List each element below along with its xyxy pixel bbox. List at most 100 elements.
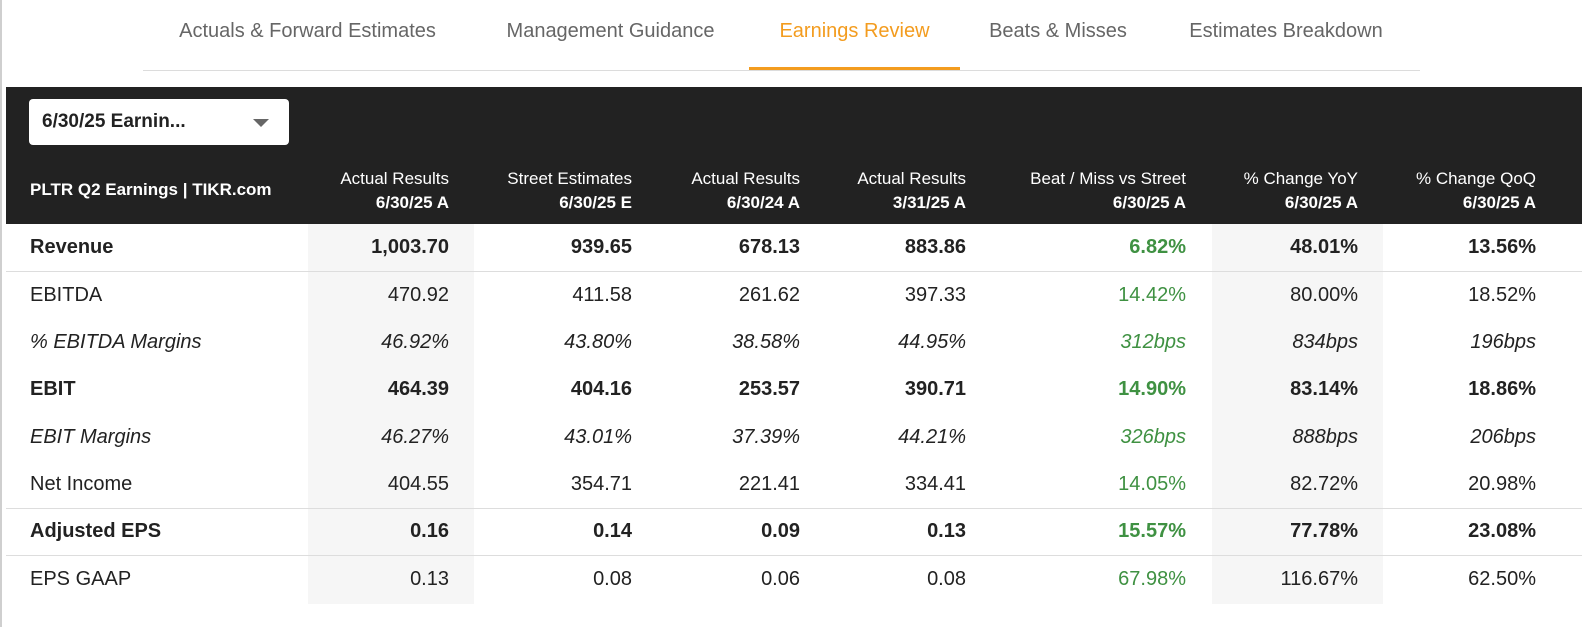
row-value: 939.65 bbox=[570, 236, 632, 258]
row-value: 326bps bbox=[1120, 426, 1186, 448]
tab-management-guidance[interactable]: Management Guidance bbox=[495, 20, 726, 70]
column-header-label: Actual Results bbox=[340, 169, 449, 188]
row-label: EPS GAAP bbox=[30, 568, 132, 590]
row-value: 261.62 bbox=[738, 284, 800, 306]
row-value: 834bps bbox=[1292, 331, 1358, 353]
row-value: 38.58% bbox=[732, 331, 800, 353]
row-value: 390.71 bbox=[904, 378, 966, 400]
row-value: 80.00% bbox=[1290, 284, 1358, 306]
column-header-date: 6/30/25 A bbox=[1284, 193, 1358, 212]
row-value: 62.50% bbox=[1468, 568, 1536, 590]
page-left-border bbox=[0, 0, 2, 627]
tab-estimates-breakdown[interactable]: Estimates Breakdown bbox=[1178, 20, 1394, 70]
row-value: 82.72% bbox=[1290, 473, 1358, 495]
row-value: 0.09 bbox=[761, 520, 800, 542]
column-header-date: 6/30/25 A bbox=[1462, 193, 1536, 212]
row-label: EBIT Margins bbox=[30, 426, 152, 448]
period-select[interactable]: 6/30/25 Earnin... bbox=[29, 99, 289, 145]
column-header-date: 6/30/24 A bbox=[726, 193, 800, 212]
table-title: PLTR Q2 Earnings | TIKR.com bbox=[30, 180, 272, 199]
column-header: Actual Results 6/30/25 A bbox=[340, 167, 449, 215]
column-header: Actual Results 3/31/25 A bbox=[857, 167, 966, 215]
row-label: Net Income bbox=[30, 473, 133, 495]
row-value: 83.14% bbox=[1290, 378, 1358, 400]
row-label: EBIT bbox=[30, 378, 76, 400]
row-value: 18.86% bbox=[1468, 378, 1536, 400]
row-value: 46.27% bbox=[381, 426, 449, 448]
column-header-label: Actual Results bbox=[691, 169, 800, 188]
row-label: Adjusted EPS bbox=[30, 520, 162, 542]
row-value: 411.58 bbox=[572, 284, 632, 306]
column-header: Actual Results 6/30/24 A bbox=[691, 167, 800, 215]
row-value: 0.08 bbox=[593, 568, 632, 590]
row-value: 13.56% bbox=[1468, 236, 1536, 258]
row-value: 196bps bbox=[1470, 331, 1536, 353]
column-header: % Change YoY 6/30/25 A bbox=[1244, 167, 1358, 215]
row-label: Revenue bbox=[30, 236, 114, 258]
row-value: 888bps bbox=[1292, 426, 1358, 448]
row-value: 221.41 bbox=[738, 473, 800, 495]
row-value: 43.80% bbox=[564, 331, 632, 353]
row-value: 312bps bbox=[1120, 331, 1186, 353]
row-value: 67.98% bbox=[1118, 568, 1186, 590]
table-row: EPS GAAP 0.13 0.08 0.06 0.08 67.98% 116.67% 62.… bbox=[6, 556, 1582, 603]
row-value: 23.08% bbox=[1468, 520, 1536, 542]
column-header-date: 6/30/25 E bbox=[559, 193, 632, 212]
tab-beats-misses[interactable]: Beats & Misses bbox=[981, 20, 1135, 70]
tab-earnings-review[interactable]: Earnings Review bbox=[749, 20, 960, 70]
column-header-date: 6/30/25 A bbox=[1112, 193, 1186, 212]
table-row: % EBITDA Margins 46.92% 43.80% 38.58% 44.95%… bbox=[6, 319, 1582, 366]
row-value: 0.14 bbox=[593, 520, 632, 542]
tab-bar: Actuals & Forward Estimates Management G… bbox=[143, 0, 1420, 71]
column-header-label: % Change QoQ bbox=[1415, 169, 1536, 188]
period-select-value: 6/30/25 Earnin... bbox=[42, 111, 186, 132]
column-header-label: Actual Results bbox=[857, 169, 966, 188]
row-label: % EBITDA Margins bbox=[30, 331, 202, 353]
row-value: 1,003.70 bbox=[371, 236, 449, 258]
row-value: 0.16 bbox=[410, 520, 449, 542]
row-value: 48.01% bbox=[1290, 236, 1358, 258]
column-header: Street Estimates 6/30/25 E bbox=[507, 167, 632, 215]
row-value: 678.13 bbox=[738, 236, 800, 258]
row-label: EBITDA bbox=[30, 284, 103, 306]
row-value: 6.82% bbox=[1129, 236, 1186, 258]
row-value: 470.92 bbox=[387, 284, 449, 306]
column-header-label: Street Estimates bbox=[507, 169, 632, 188]
column-header-date: 3/31/25 A bbox=[892, 193, 966, 212]
row-value: 14.90% bbox=[1118, 378, 1186, 400]
row-value: 354.71 bbox=[570, 473, 632, 495]
row-value: 77.78% bbox=[1290, 520, 1358, 542]
chevron-down-icon bbox=[253, 119, 269, 127]
row-value: 0.06 bbox=[761, 568, 800, 590]
row-value: 464.39 bbox=[387, 378, 449, 400]
row-value: 253.57 bbox=[738, 378, 800, 400]
table-row: EBIT 464.39 404.16 253.57 390.71 14.90% 83.14%… bbox=[6, 366, 1582, 413]
table-header: 6/30/25 Earnin... PLTR Q2 Earnings | TIK… bbox=[6, 87, 1582, 224]
table-row: EBIT Margins 46.27% 43.01% 37.39% 44.21% 326b… bbox=[6, 414, 1582, 461]
row-value: 44.21% bbox=[898, 426, 966, 448]
table-row: Net Income 404.55 354.71 221.41 334.41 14.05%… bbox=[6, 461, 1582, 509]
row-value: 15.57% bbox=[1118, 520, 1186, 542]
column-header-label: Beat / Miss vs Street bbox=[1030, 169, 1186, 188]
row-value: 334.41 bbox=[904, 473, 966, 495]
row-value: 14.05% bbox=[1118, 473, 1186, 495]
row-value: 0.13 bbox=[410, 568, 449, 590]
row-value: 0.13 bbox=[927, 520, 966, 542]
row-value: 20.98% bbox=[1468, 473, 1536, 495]
table-row: Adjusted EPS 0.16 0.14 0.09 0.13 15.57% 77.78%… bbox=[6, 508, 1582, 556]
column-header: Beat / Miss vs Street 6/30/25 A bbox=[1030, 167, 1186, 215]
row-value: 883.86 bbox=[904, 236, 966, 258]
row-value: 206bps bbox=[1470, 426, 1536, 448]
table-row: Revenue 1,003.70 939.65 678.13 883.86 6.82% 48… bbox=[6, 224, 1582, 272]
row-value: 0.08 bbox=[927, 568, 966, 590]
row-value: 18.52% bbox=[1468, 284, 1536, 306]
column-header-date: 6/30/25 A bbox=[375, 193, 449, 212]
row-value: 44.95% bbox=[898, 331, 966, 353]
table-row: EBITDA 470.92 411.58 261.62 397.33 14.42% 80.0… bbox=[6, 272, 1582, 319]
tab-actuals-forward-estimates[interactable]: Actuals & Forward Estimates bbox=[166, 20, 449, 70]
row-value: 43.01% bbox=[564, 426, 632, 448]
row-value: 46.92% bbox=[381, 331, 449, 353]
row-value: 397.33 bbox=[904, 284, 966, 306]
row-value: 14.42% bbox=[1118, 284, 1186, 306]
column-header: % Change QoQ 6/30/25 A bbox=[1416, 167, 1536, 215]
